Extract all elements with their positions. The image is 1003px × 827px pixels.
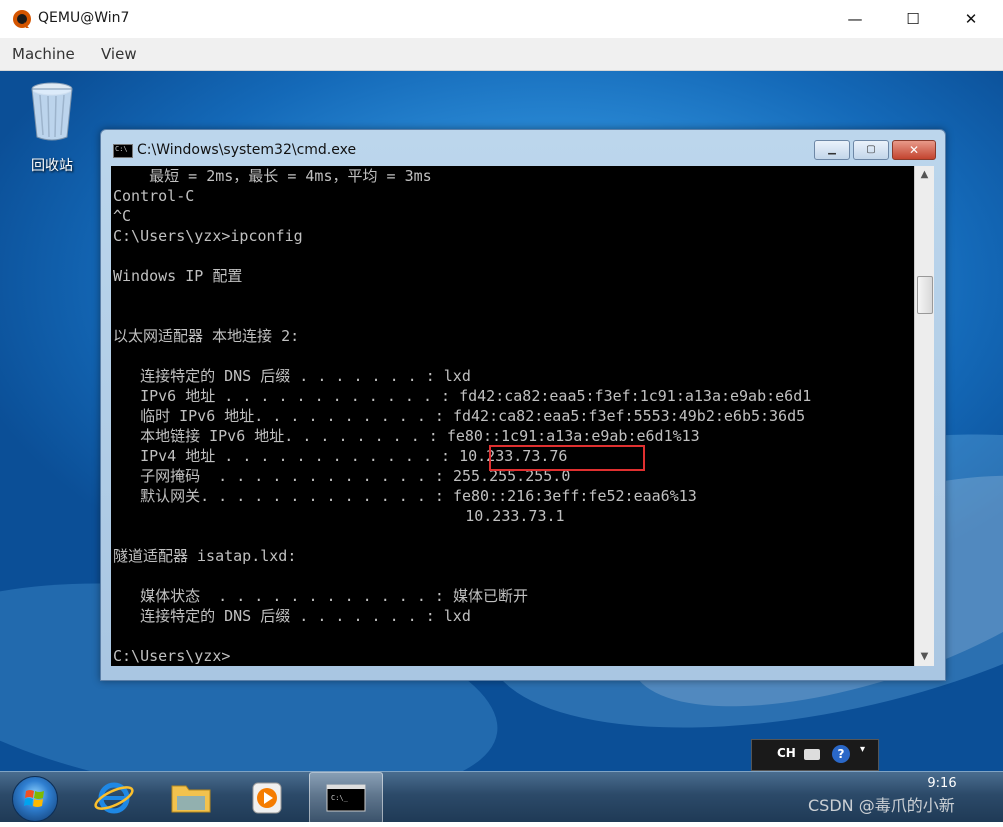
qemu-logo-icon — [13, 10, 31, 28]
console-line: 默认网关. . . . . . . . . . . . . : fe80::21… — [113, 487, 697, 505]
keyboard-icon[interactable] — [804, 749, 820, 760]
cmd-icon: C:\_ — [326, 784, 366, 812]
folder-icon — [171, 785, 211, 813]
recycle-bin[interactable]: 回收站 — [22, 81, 82, 174]
start-button[interactable] — [12, 776, 58, 822]
scroll-thumb[interactable] — [917, 276, 933, 314]
console-line: C:\Users\yzx>ipconfig — [113, 227, 303, 245]
recycle-bin-label: 回收站 — [31, 158, 73, 174]
taskbar-explorer[interactable] — [155, 772, 227, 822]
console-line: IPv6 地址 . . . . . . . . . . . . : fd42:c… — [113, 387, 812, 405]
host-menubar: Machine View — [0, 38, 1003, 71]
console-line: Control-C — [113, 187, 195, 205]
console-line: 以太网适配器 本地连接 2: — [113, 327, 300, 345]
svg-text:C:\_: C:\_ — [331, 794, 349, 802]
menu-machine[interactable]: Machine — [12, 45, 75, 63]
cmd-window[interactable]: C:\ C:\Windows\system32\cmd.exe ▁ ▢ ✕ 最短… — [100, 129, 946, 681]
cmd-window-icon: C:\ — [113, 144, 133, 158]
guest-desktop: 回收站 C:\ C:\Windows\system32\cmd.exe ▁ ▢ … — [0, 71, 1003, 771]
clock-time[interactable]: 9:16 — [912, 776, 972, 791]
recycle-bin-icon — [31, 82, 73, 141]
taskbar: C:\_ 9:16 CSDN @毒爪的小新 — [0, 771, 1003, 824]
cmd-scrollbar[interactable]: ▲ ▼ — [914, 166, 934, 666]
media-player-icon — [252, 782, 282, 814]
cmd-minimize-button[interactable]: ▁ — [814, 140, 850, 160]
language-bar[interactable]: CH ? ▾ — [751, 739, 879, 771]
help-icon[interactable]: ? — [832, 745, 850, 763]
console-line: 连接特定的 DNS 后缀 . . . . . . . : lxd — [113, 607, 471, 625]
internet-explorer-icon — [94, 782, 134, 814]
console-line: Windows IP 配置 — [113, 267, 243, 285]
console-line: 临时 IPv6 地址. . . . . . . . . . : fd42:ca8… — [113, 407, 806, 425]
maximize-button[interactable]: ☐ — [884, 0, 942, 38]
minimize-button[interactable]: — — [826, 0, 884, 38]
scroll-down-arrow-icon[interactable]: ▼ — [915, 648, 934, 666]
console-line: 隧道适配器 isatap.lxd: — [113, 547, 297, 565]
taskbar-media-player[interactable] — [232, 772, 304, 822]
cmd-window-title: C:\Windows\system32\cmd.exe — [137, 142, 357, 158]
console-line: 最短 = 2ms，最长 = 4ms，平均 = 3ms — [113, 167, 432, 185]
console-line: 10.233.73.1 — [113, 507, 565, 525]
console-line: 连接特定的 DNS 后缀 . . . . . . . : lxd — [113, 367, 471, 385]
console-line: ^C — [113, 207, 132, 225]
ipv4-highlight-box — [489, 445, 645, 471]
windows-logo-icon — [24, 790, 44, 807]
scroll-up-arrow-icon[interactable]: ▲ — [915, 166, 934, 184]
console-output[interactable]: 最短 = 2ms，最长 = 4ms，平均 = 3ms Control-C ^C C:\… — [111, 166, 914, 666]
watermark-text: CSDN @毒爪的小新 — [808, 796, 955, 815]
host-window-title: QEMU@Win7 — [38, 10, 130, 26]
taskbar-ie[interactable] — [78, 772, 150, 822]
language-indicator[interactable]: CH — [777, 746, 796, 760]
menu-view[interactable]: View — [101, 45, 137, 63]
cmd-maximize-button[interactable]: ▢ — [853, 140, 889, 160]
console-line: 本地链接 IPv6 地址. . . . . . . . : fe80::1c91… — [113, 427, 700, 445]
host-titlebar: QEMU@Win7 — ☐ ✕ — [0, 0, 1003, 38]
console-line: C:\Users\yzx> — [113, 647, 231, 665]
console-line: 媒体状态 . . . . . . . . . . . . : 媒体已断开 — [113, 587, 528, 605]
close-button[interactable]: ✕ — [942, 0, 1000, 38]
langbar-options-icon[interactable]: ▾ — [860, 744, 865, 755]
cmd-close-button[interactable]: ✕ — [892, 140, 936, 160]
taskbar-cmd[interactable]: C:\_ — [309, 772, 383, 824]
